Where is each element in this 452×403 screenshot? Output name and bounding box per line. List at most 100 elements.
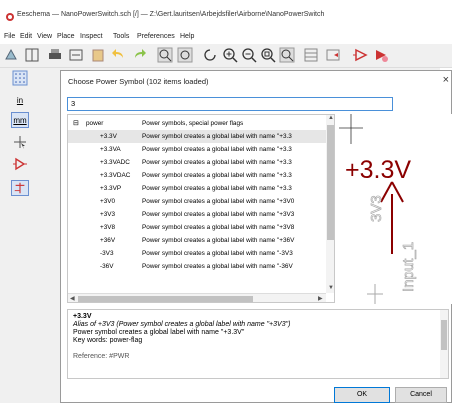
hidden-value-label: 3V3 [368,195,385,222]
tree-item[interactable]: +3V3 Power symbol creates a global label … [68,208,334,221]
item-description: Power symbol creates a global label with… [142,198,295,205]
menu-inspect[interactable]: Inspect [80,33,103,40]
item-name: +3.3V [100,133,117,140]
details-reference: Reference: #PWR [73,353,130,360]
sheet-setup-button[interactable] [23,46,41,64]
menu-preferences[interactable]: Preferences [137,33,175,40]
item-description: Power symbol creates a global label with… [142,146,292,153]
find-button[interactable] [156,46,174,64]
menu-view[interactable]: View [37,33,52,40]
symbol-browser-icon [376,50,388,62]
scroll-left-icon[interactable]: ◀ [70,295,75,302]
tree-item[interactable]: +3.3V Power symbol creates a global label… [68,130,334,143]
item-description: Power symbol creates a global label with… [142,250,293,257]
item-description: Power symbol creates a global label with… [142,263,293,270]
cursor-toggle-button[interactable] [11,134,29,150]
scroll-thumb[interactable] [327,125,334,240]
cancel-button[interactable]: Cancel [395,387,447,403]
grid-toggle-button[interactable] [11,70,29,86]
scroll-up-icon[interactable]: ▲ [328,115,334,121]
menu-file[interactable]: File [4,33,15,40]
details-name: +3.3V [73,313,92,320]
menu-bar: File Edit View Place Inspect Tools Prefe… [0,32,452,44]
ok-button[interactable]: OK [334,387,390,403]
paste-button[interactable] [89,46,107,64]
undo-button[interactable] [110,46,128,64]
find-replace-button[interactable] [176,46,194,64]
schematic-setup-button[interactable] [2,46,20,64]
symbol-preview: +3.3V 3V3 Input_1 [337,114,452,304]
tree-vertical-scrollbar[interactable]: ▲ ▼ [326,115,334,293]
tree-group-power[interactable]: ⊟ power Power symbols, special power fla… [68,117,334,130]
item-name: +3V0 [100,198,116,205]
zoom-selection-button[interactable] [278,46,296,64]
dialog-title: Choose Power Symbol (102 items loaded) [68,77,209,86]
scroll-thumb[interactable] [441,320,447,350]
zoom-out-icon [242,48,257,63]
symbol-browser-button[interactable] [372,46,390,64]
tree-item[interactable]: +3.3VADC Power symbol creates a global la… [68,156,334,169]
zoom-fit-button[interactable] [259,46,277,64]
pin-icon [13,157,27,171]
power-symbol-button[interactable] [11,180,29,196]
refresh-icon [204,49,216,61]
details-keywords: Key words: power-flag [73,337,143,344]
scroll-right-icon[interactable]: ▶ [318,295,323,302]
tree-item[interactable]: -3V3 Power symbol creates a global label … [68,247,334,260]
filter-input[interactable]: 3 [67,97,393,111]
pin-toggle-button[interactable] [11,156,29,172]
zoom-in-button[interactable] [221,46,239,64]
item-description: Power symbol creates a global label with… [142,133,292,140]
close-icon[interactable]: × [443,74,449,86]
menu-tools[interactable]: Tools [113,33,129,40]
choose-power-symbol-dialog: Choose Power Symbol (102 items loaded) ×… [60,70,452,403]
scroll-down-icon[interactable]: ▼ [328,285,334,291]
menu-place[interactable]: Place [57,33,75,40]
units-mm-button[interactable]: mm [11,112,29,128]
hierarchy-navigator-button[interactable] [302,46,320,64]
details-scrollbar[interactable] [440,310,448,378]
search-icon [157,47,173,63]
item-description: Power symbol creates a global label with… [142,224,295,231]
eeschema-logo-icon [6,13,14,21]
symbol-preview-canvas: +3.3V 3V3 Input_1 [339,114,417,304]
tree-item[interactable]: +36V Power symbol creates a global label … [68,234,334,247]
details-alias: Alias of +3V3 (Power symbol creates a gl… [73,321,291,328]
print-button[interactable] [46,46,64,64]
tree-item[interactable]: +3V8 Power symbol creates a global label … [68,221,334,234]
units-inches-button[interactable]: in [11,92,29,108]
item-description: Power symbol creates a global label with… [142,211,295,218]
symbol-tree: ⊟ power Power symbols, special power fla… [67,114,335,303]
main-toolbar [0,44,452,68]
zoom-out-button[interactable] [240,46,258,64]
refresh-button[interactable] [201,46,219,64]
item-description: Power symbol creates a global label with… [142,159,292,166]
item-name: +36V [100,237,116,244]
menu-help[interactable]: Help [180,33,194,40]
item-name: -3V3 [100,250,114,257]
printer-icon [49,49,61,59]
tree-item[interactable]: -36V Power symbol creates a global label … [68,260,334,273]
tree-item[interactable]: +3.3VDAC Power symbol creates a global la… [68,169,334,182]
group-name: power [86,120,104,127]
title-bar: Eeschema — NanoPowerSwitch.sch [/] — Z:\… [0,0,452,32]
collapse-icon[interactable]: ⊟ [73,117,79,130]
symbol-editor-button[interactable] [352,46,370,64]
scroll-thumb[interactable] [78,296,253,302]
item-description: Power symbol creates a global label with… [142,237,295,244]
item-name: +3V3 [100,211,116,218]
item-description: Power symbol creates a global label with… [142,172,292,179]
window-title: Eeschema — NanoPowerSwitch.sch [/] — Z:\… [17,11,325,18]
menu-edit[interactable]: Edit [20,33,32,40]
redo-button[interactable] [130,46,148,64]
plot-button[interactable] [67,46,85,64]
tree-item[interactable]: +3.3VA Power symbol creates a global labe… [68,143,334,156]
units-inches-label: in [16,95,24,105]
schematic-setup-icon [5,48,17,60]
power-value-label: +3.3V [345,156,411,184]
tree-item[interactable]: +3V0 Power symbol creates a global label … [68,195,334,208]
power-symbol-icon [14,182,25,194]
leave-sheet-button[interactable] [324,46,342,64]
tree-item[interactable]: +3.3VP Power symbol creates a global labe… [68,182,334,195]
tree-horizontal-scrollbar[interactable]: ◀ ▶ [68,293,326,302]
